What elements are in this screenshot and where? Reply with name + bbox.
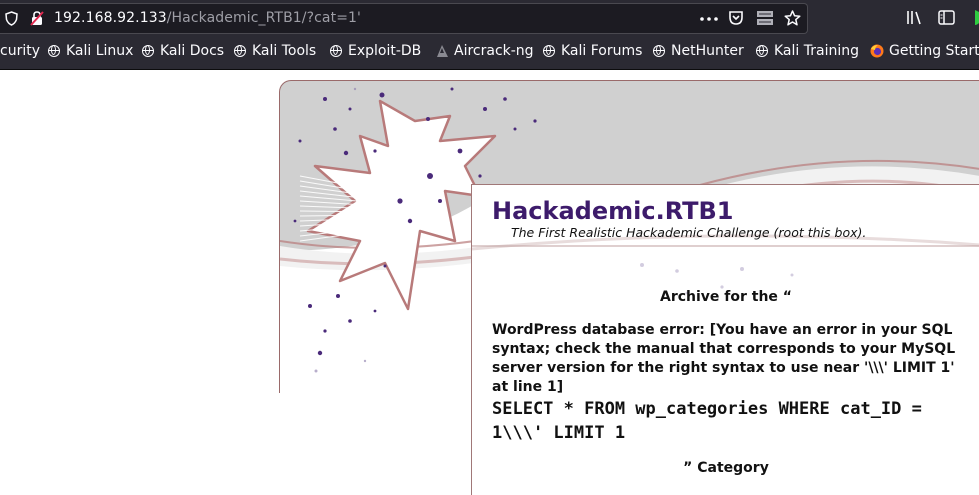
bookmark-label: Kali Tools: [252, 43, 317, 59]
browser-toolbar: 192.168.92.133/Hackademic_RTB1/?cat=1': [0, 0, 979, 36]
globe-icon: [142, 45, 154, 57]
blog-content: Hackademic.RTB1 The First Realistic Hack…: [471, 184, 979, 495]
firefox-icon: [870, 44, 884, 58]
url-path: /Hackademic_RTB1/?cat=1': [166, 10, 361, 26]
bookmark-aircrack-ng[interactable]: Aircrack-ng: [436, 43, 534, 59]
pocket-icon[interactable]: [728, 10, 744, 26]
bookmark-kali-forums[interactable]: Kali Forums: [543, 43, 642, 59]
reader-icon[interactable]: [756, 10, 774, 26]
more-icon[interactable]: [700, 17, 718, 21]
insecure-lock-icon[interactable]: [30, 11, 44, 26]
bookmark-exploit-db[interactable]: Exploit-DB: [330, 43, 421, 59]
bookmark-getting-started[interactable]: Getting Starte: [870, 43, 979, 59]
bookmark-label: Kali Linux: [66, 43, 134, 59]
globe-icon: [756, 45, 768, 57]
bookmark-star-icon[interactable]: [784, 10, 801, 26]
bookmark-label: Kali Training: [774, 43, 859, 59]
bookmark-label: Exploit-DB: [348, 43, 422, 59]
bookmark-label: Aircrack-ng: [454, 43, 534, 59]
globe-icon: [653, 45, 665, 57]
bookmark-kali-training[interactable]: Kali Training: [756, 43, 859, 59]
url-host: 192.168.92.133: [54, 10, 167, 26]
bookmark-label: Kali Forums: [561, 43, 643, 59]
globe-icon: [330, 45, 342, 57]
globe-icon: [48, 45, 60, 57]
bookmark-kali-tools[interactable]: Kali Tools: [234, 43, 316, 59]
bookmark-kali-docs[interactable]: Kali Docs: [142, 43, 224, 59]
library-icon[interactable]: [906, 10, 923, 25]
web-page: Hackademic.RTB1 The First Realistic Hack…: [0, 70, 979, 495]
address-bar[interactable]: 192.168.92.133/Hackademic_RTB1/?cat=1': [0, 3, 808, 34]
sidebar-icon[interactable]: [938, 10, 955, 25]
url-text[interactable]: 192.168.92.133/Hackademic_RTB1/?cat=1': [54, 10, 361, 26]
category-label: ” Category: [683, 460, 769, 476]
bookmark-nethunter[interactable]: NetHunter: [653, 43, 744, 59]
blog-description: The First Realistic Hackademic Challenge…: [511, 225, 867, 240]
aircrack-icon: [437, 45, 448, 57]
sql-query: SELECT * FROM wp_categories WHERE cat_ID…: [492, 399, 922, 443]
bookmark-label: Kali Docs: [160, 43, 225, 59]
archive-title: Archive for the “: [659, 289, 792, 305]
globe-icon: [234, 45, 246, 57]
header-divider: [472, 245, 979, 247]
extension-icon[interactable]: [970, 9, 979, 26]
bookmark-label: curity: [0, 43, 40, 59]
database-error-message: WordPress database error: [You have an e…: [492, 322, 956, 395]
bookmark-label: NetHunter: [671, 43, 744, 59]
bookmarks-toolbar: curity Kali Linux Kali Docs Kali Tools E…: [0, 36, 979, 70]
bookmark-security[interactable]: curity: [0, 43, 40, 59]
bookmark-kali-linux[interactable]: Kali Linux: [48, 43, 133, 59]
shield-icon[interactable]: [5, 11, 18, 26]
bookmark-label: Getting Starte: [889, 43, 979, 59]
blog-title[interactable]: Hackademic.RTB1: [492, 197, 733, 225]
globe-icon: [543, 45, 555, 57]
